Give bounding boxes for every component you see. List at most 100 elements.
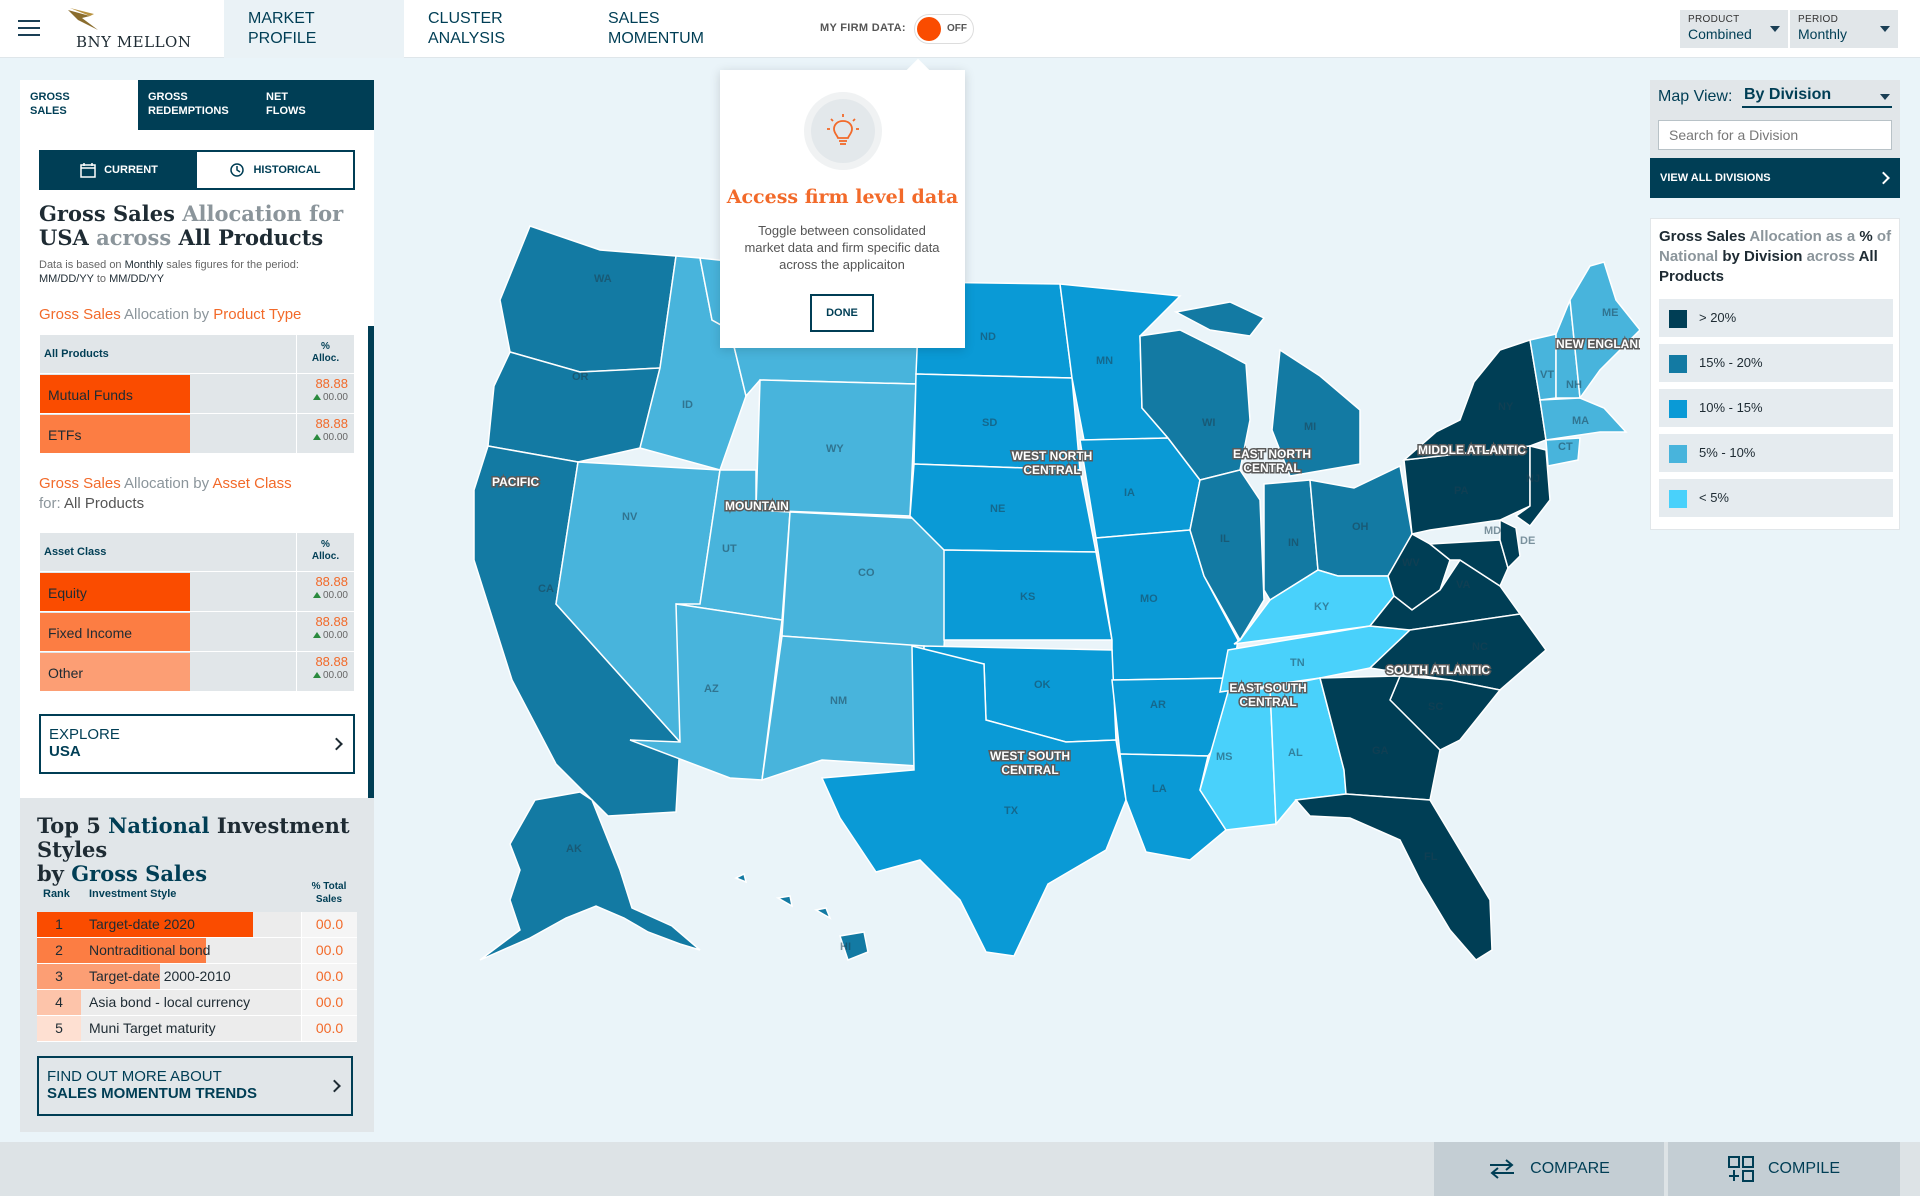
dropdown-value: Monthly — [1798, 26, 1848, 42]
asset-class-heading: Gross Sales Allocation by Asset Class fo… — [39, 474, 292, 514]
map-view-select[interactable]: By Division — [1742, 86, 1892, 108]
tab-label: SALES — [30, 105, 67, 117]
state-wa[interactable] — [499, 225, 677, 373]
title-part: Division — [1744, 248, 1803, 265]
state-label: NH — [1566, 379, 1582, 391]
rank-cell: 1 — [37, 912, 81, 937]
toggle-state: OFF — [947, 23, 967, 34]
tab-net-flows[interactable]: NET FLOWS — [256, 80, 374, 130]
table-row[interactable]: Mutual Funds 88.88 00.00 — [39, 374, 355, 414]
state-label: AZ — [704, 683, 719, 695]
state-label: KY — [1314, 601, 1330, 613]
state-label: CO — [858, 567, 875, 579]
table-row[interactable]: Other 88.88 00.00 — [39, 652, 355, 692]
rank-cell: 2 — [37, 938, 81, 963]
legend-item[interactable]: > 20% — [1659, 299, 1893, 337]
compile-button[interactable]: COMPILE — [1668, 1142, 1900, 1196]
tab-market-profile[interactable]: MARKET PROFILE — [224, 0, 404, 58]
state-label: CT — [1558, 441, 1573, 453]
bottom-action-bar: COMPARE COMPILE — [0, 1142, 1920, 1196]
division-middle-atlantic[interactable] — [1401, 339, 1551, 535]
state-label: FL — [1424, 851, 1438, 863]
tab-gross-redemptions[interactable]: GROSS REDEMPTIONS — [138, 80, 256, 130]
current-button[interactable]: CURRENT — [41, 152, 197, 188]
heading-part: Asset Class — [212, 475, 292, 492]
title-part: Gross Sales — [39, 201, 175, 226]
table-row[interactable]: 4 Asia bond - local currency 00.0 — [37, 990, 357, 1016]
legend-item[interactable]: 15% - 20% — [1659, 344, 1893, 382]
division-label: CENTRAL — [1001, 763, 1058, 777]
state-label: MD — [1484, 525, 1501, 537]
lightbulb-icon — [804, 92, 882, 170]
table-header: Rank Investment Style % Total Sales — [37, 874, 357, 912]
heading-part: Allocation by — [124, 306, 210, 323]
state-label: WI — [1202, 417, 1215, 429]
legend-item[interactable]: 5% - 10% — [1659, 434, 1893, 472]
state-ak[interactable] — [479, 791, 701, 961]
table-row[interactable]: 2 Nontraditional bond 00.0 — [37, 938, 357, 964]
state-label: WV — [1402, 557, 1420, 569]
historical-button[interactable]: HISTORICAL — [197, 152, 353, 188]
legend-item[interactable]: 10% - 15% — [1659, 389, 1893, 427]
legend-swatch — [1669, 355, 1687, 373]
header-part: Alloc. — [311, 551, 340, 562]
view-all-label: VIEW ALL DIVISIONS — [1660, 172, 1771, 184]
state-co[interactable] — [781, 511, 951, 649]
state-me[interactable] — [1569, 261, 1640, 401]
table-row[interactable]: 1 Target-date 2020 00.0 — [37, 912, 357, 938]
state-nm[interactable] — [761, 635, 925, 782]
change-value: 00.00 — [322, 590, 348, 601]
tab-label: ANALYSIS — [428, 30, 506, 47]
state-label: ME — [1602, 307, 1619, 319]
division-search-input[interactable] — [1658, 120, 1892, 150]
state-ny[interactable] — [1401, 339, 1547, 462]
period-dropdown[interactable]: PERIOD Monthly — [1790, 10, 1898, 48]
grid-add-icon — [1727, 1156, 1754, 1182]
table-row[interactable]: ETFs 88.88 00.00 — [39, 414, 355, 454]
dropdown-key: PRODUCT — [1688, 14, 1740, 25]
legend-label: 15% - 20% — [1699, 355, 1763, 370]
compare-button[interactable]: COMPARE — [1434, 1142, 1664, 1196]
division-label: CENTRAL — [1239, 695, 1296, 709]
brand-logo[interactable]: BNY MELLON — [68, 8, 198, 52]
state-label: DE — [1520, 535, 1535, 547]
row-value: 88.88 00.00 — [296, 414, 354, 453]
division-new-england[interactable] — [1529, 261, 1640, 467]
table-row[interactable]: 5 Muni Target maturity 00.0 — [37, 1016, 357, 1042]
table-row[interactable]: Fixed Income 88.88 00.00 — [39, 612, 355, 652]
sales-momentum-link-button[interactable]: FIND OUT MORE ABOUT SALES MOMENTUM TREND… — [37, 1056, 353, 1116]
legend-label: > 20% — [1699, 310, 1737, 325]
swap-arrows-icon — [1490, 1159, 1515, 1179]
table-header: Asset Class % Alloc. — [39, 532, 355, 572]
rank-cell: 4 — [37, 990, 81, 1015]
table-row[interactable]: Equity 88.88 00.00 — [39, 572, 355, 612]
column-header: % Alloc. — [296, 335, 354, 373]
view-all-divisions-button[interactable]: VIEW ALL DIVISIONS — [1650, 158, 1900, 198]
table-row[interactable]: 3 Target-date 2000-2010 00.0 — [37, 964, 357, 990]
note-part: to — [96, 273, 107, 285]
pct-cell: 00.0 — [301, 1016, 357, 1041]
state-fl[interactable] — [1294, 793, 1493, 961]
tab-label: FLOWS — [266, 105, 306, 117]
pct-cell: 00.0 — [301, 990, 357, 1015]
explore-usa-button[interactable]: EXPLORE USA — [39, 714, 355, 774]
tab-cluster-analysis[interactable]: CLUSTER ANALYSIS — [404, 0, 584, 58]
title-part: Gross Sales — [1659, 228, 1746, 245]
header-part: Alloc. — [311, 353, 340, 364]
done-button[interactable]: DONE — [810, 294, 874, 332]
header-part: Sales — [315, 894, 343, 905]
tab-sales-momentum[interactable]: SALES MOMENTUM — [584, 0, 764, 58]
us-division-map: .st{stroke:#fff;stroke-width:1.5} .sl{fo… — [473, 225, 1640, 961]
legend-item[interactable]: < 5% — [1659, 479, 1893, 517]
tab-gross-sales[interactable]: GROSS SALES — [20, 80, 138, 130]
style-name: Nontraditional bond — [89, 942, 211, 958]
state-label: OR — [572, 371, 589, 383]
top-header: BNY MELLON MARKET PROFILE CLUSTER ANALYS… — [0, 0, 1920, 58]
division-label: EAST NORTH — [1233, 447, 1311, 461]
hamburger-menu-icon[interactable] — [18, 20, 40, 36]
my-firm-data-toggle[interactable]: OFF — [914, 14, 974, 44]
scrollbar-thumb[interactable] — [368, 130, 374, 326]
product-dropdown[interactable]: PRODUCT Combined — [1680, 10, 1788, 48]
explore-target: USA — [49, 743, 81, 760]
note-part: MM/DD/YY — [109, 273, 165, 285]
